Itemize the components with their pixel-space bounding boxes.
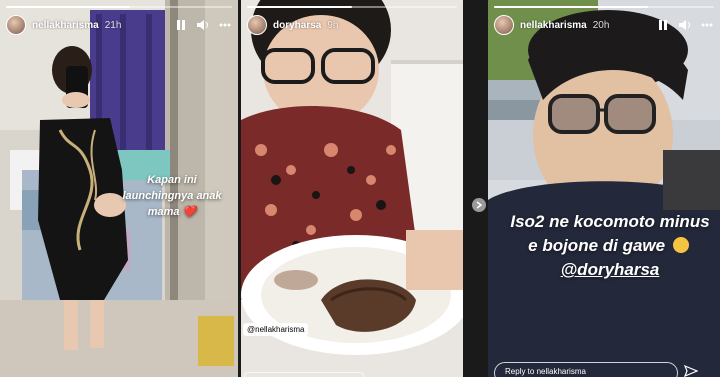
stories-viewer: nellakharisma 21h Kapan ini launchingnya… [0,0,720,377]
story-2-mention-tag[interactable]: @nellakharisma [243,323,309,336]
story-3-caption: Iso2 ne kocomoto minus e bojone di gawe … [510,210,710,282]
story-3-username[interactable]: nellakharisma [520,20,587,31]
story-3-mention[interactable]: @doryharsa [561,260,660,279]
story-3-progress-fill [494,6,648,8]
story-3-photo [488,0,720,377]
next-story-button[interactable] [472,198,486,212]
reply-input[interactable]: Reply to nellakharisma [494,362,678,377]
story-3-header: nellakharisma 20h [494,14,714,36]
story-2-header: doryharsa 9h [247,14,457,36]
more-icon[interactable] [218,18,232,32]
story-2-progress-fill [247,6,352,8]
send-icon[interactable] [684,365,698,377]
story-2-photo [241,0,463,377]
story-2-progress [247,6,457,8]
more-icon[interactable] [700,18,714,32]
story-1-controls [174,18,232,32]
avatar[interactable] [247,15,267,35]
story-1-progress-fill [6,6,131,8]
story-card-3[interactable]: nellakharisma 20h [488,0,720,377]
story-3-controls [656,18,714,32]
pause-icon[interactable] [174,18,188,32]
speaker-icon[interactable] [678,18,692,32]
emoji-icon [672,237,689,253]
story-3-time: 20h [592,19,610,31]
avatar[interactable] [6,15,26,35]
story-1-caption: Kapan ini launchingnya anak mama ❤️ [122,174,222,218]
story-1-progress [6,6,232,8]
story-1-header: nellakharisma 21h [6,14,232,36]
story-1-time: 21h [104,19,122,31]
story-2-username[interactable]: doryharsa [273,20,321,31]
story-1-username[interactable]: nellakharisma [32,20,99,31]
story-card-2[interactable]: doryharsa 9h [241,0,463,377]
speaker-icon[interactable] [196,18,210,32]
story-3-progress [494,6,714,8]
avatar[interactable] [494,15,514,35]
story-2-reply-edge [244,372,364,377]
pause-icon[interactable] [656,18,670,32]
chevron-right-icon [476,201,482,209]
story-2-time: 9h [327,19,339,31]
